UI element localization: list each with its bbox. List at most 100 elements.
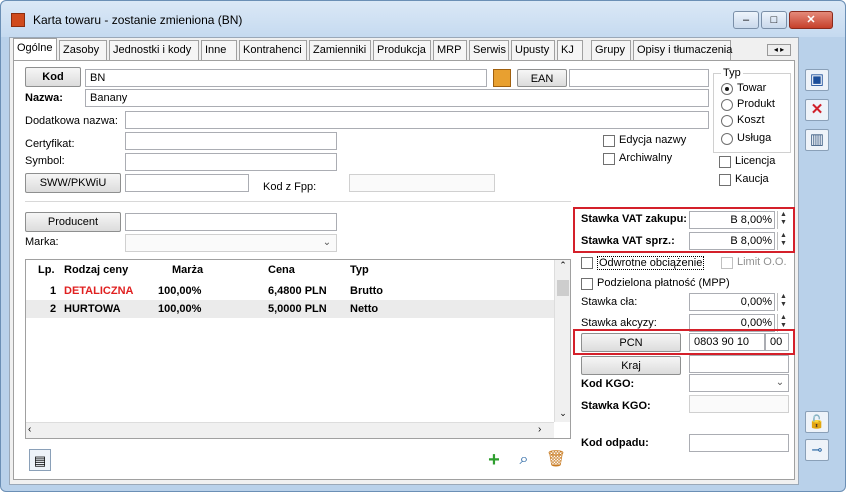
marka-select[interactable] [125, 234, 337, 252]
limit-oo-checkbox[interactable] [721, 257, 733, 269]
chevron-down-icon[interactable]: ⌄ [319, 235, 335, 251]
add-icon[interactable]: + [483, 449, 505, 471]
sww-pkwiu-input[interactable] [125, 174, 249, 192]
app-icon [11, 13, 25, 27]
producent-input[interactable] [125, 213, 337, 231]
search-icon[interactable]: ⌕ [513, 449, 535, 471]
ean-button[interactable]: EAN [517, 69, 567, 87]
close-button[interactable]: ✕ [789, 11, 833, 29]
stawka-kgo-input[interactable] [689, 395, 789, 413]
col-typ-header[interactable]: Typ [350, 260, 369, 280]
kod-odpadu-input[interactable] [689, 434, 789, 452]
tab-opisy[interactable]: Opisy i tłumaczenia [633, 40, 732, 60]
minimize-button[interactable]: – [733, 11, 759, 29]
nazwa-input[interactable]: Banany [85, 89, 709, 107]
archiwalny-label: Archiwalny [619, 152, 673, 164]
tab-zasoby[interactable]: Zasoby [59, 40, 107, 60]
barcode-icon[interactable] [493, 69, 511, 87]
tab-ogolne[interactable]: Ogólne [13, 38, 57, 61]
edycja-nazwy-label: Edycja nazwy [619, 134, 687, 146]
cell-marza: 100,00% [158, 285, 202, 297]
vat-sprz-select[interactable]: B 8,00% [689, 232, 775, 250]
kod-fpp-input[interactable] [349, 174, 495, 192]
scrollbar-thumb[interactable] [557, 280, 569, 296]
tab-upusty[interactable]: Upusty [511, 40, 555, 60]
typ-towar-radio[interactable] [721, 83, 733, 95]
typ-koszt-label: Koszt [737, 114, 765, 126]
stawka-cla-input[interactable]: 0,00% [689, 293, 775, 311]
tab-scroll-arrows-icon[interactable]: ◂ ▸ [767, 44, 791, 56]
pcn-suffix-input[interactable]: 00 [765, 333, 789, 351]
symbol-label: Symbol: [25, 155, 65, 167]
ean-input[interactable] [569, 69, 709, 87]
table-row[interactable]: 2 HURTOWA 100,00% 5,0000 PLN Netto [26, 300, 554, 318]
odwrotne-obciazenie-checkbox[interactable] [581, 257, 593, 269]
vat-zakupu-select[interactable]: B 8,00% [689, 211, 775, 229]
dodatkowa-nazwa-input[interactable] [125, 111, 709, 129]
col-marza-header[interactable]: Marża [172, 260, 203, 280]
col-cena-header[interactable]: Cena [268, 260, 295, 280]
horizontal-scrollbar[interactable]: ‹ › [26, 422, 554, 438]
symbol-input[interactable] [125, 153, 337, 171]
book-icon[interactable]: ▥ [805, 129, 829, 151]
save-icon[interactable]: ▣ [805, 69, 829, 91]
kaucja-label: Kaucja [735, 173, 769, 185]
limit-oo-label: Limit O.O. [737, 256, 787, 268]
pcn-code-input[interactable]: 0803 90 10 [689, 333, 765, 351]
table-row[interactable]: 1 DETALICZNA 100,00% 6,4800 PLN Brutto [26, 282, 554, 300]
vat-zakupu-label: Stawka VAT zakupu: [581, 213, 687, 225]
typ-koszt-radio[interactable] [721, 115, 733, 127]
odwrotne-obciazenie-label: Odwrotne obciążenie [597, 256, 705, 270]
archiwalny-checkbox[interactable] [603, 153, 615, 165]
scroll-left-icon[interactable]: ‹ [28, 424, 40, 438]
trash-icon[interactable]: 🗑 [545, 449, 567, 471]
certyfikat-label: Certyfikat: [25, 138, 75, 150]
pin-icon[interactable]: ⊸ [805, 439, 829, 461]
certyfikat-input[interactable] [125, 132, 337, 150]
chevron-down-icon[interactable]: ⌄ [773, 375, 787, 391]
podzielona-platnosc-checkbox[interactable] [581, 278, 593, 290]
scroll-right-icon[interactable]: › [538, 424, 550, 438]
vertical-scrollbar[interactable]: ⌃ ⌄ [554, 260, 570, 422]
tab-grupy[interactable]: Grupy [591, 40, 631, 60]
product-card-window: Karta towaru - zostanie zmieniona (BN) –… [0, 0, 846, 492]
maximize-button[interactable]: □ [761, 11, 787, 29]
tab-serwis[interactable]: Serwis [469, 40, 509, 60]
scroll-up-icon[interactable]: ⌃ [555, 260, 571, 274]
cancel-icon[interactable]: ✕ [805, 99, 829, 121]
sww-pkwiu-button[interactable]: SWW/PKWiU [25, 173, 121, 193]
cell-typ: Brutto [350, 285, 383, 297]
col-rodzaj-header[interactable]: Rodzaj ceny [64, 260, 128, 280]
vat-zakupu-spin-icon[interactable]: ▲ ▼ [777, 211, 789, 229]
tab-kontrahenci[interactable]: Kontrahenci [239, 40, 307, 60]
tab-produkcja[interactable]: Produkcja [373, 40, 431, 60]
tab-kj[interactable]: KJ [557, 40, 583, 60]
title-bar[interactable]: Karta towaru - zostanie zmieniona (BN) –… [1, 1, 845, 37]
dodatkowa-nazwa-label: Dodatkowa nazwa: [25, 115, 118, 127]
lock-icon[interactable]: 🔓 [805, 411, 829, 433]
tab-jednostki[interactable]: Jednostki i kody [109, 40, 199, 60]
vat-sprz-spin-icon[interactable]: ▲ ▼ [777, 232, 789, 250]
stawka-cla-spin-icon[interactable]: ▲ ▼ [777, 293, 789, 311]
tab-zamienniki[interactable]: Zamienniki [309, 40, 371, 60]
cell-rodzaj: DETALICZNA [64, 285, 134, 297]
report-icon[interactable]: ▤ [29, 449, 51, 471]
tab-inne[interactable]: Inne [201, 40, 237, 60]
kraj-input[interactable] [689, 355, 789, 373]
kaucja-checkbox[interactable] [719, 174, 731, 186]
kod-input[interactable]: BN [85, 69, 487, 87]
scroll-down-icon[interactable]: ⌄ [555, 408, 571, 422]
typ-produkt-radio[interactable] [721, 99, 733, 111]
typ-usluga-label: Usługa [737, 132, 772, 144]
kraj-button[interactable]: Kraj [581, 356, 681, 375]
tab-mrp[interactable]: MRP [433, 40, 467, 60]
typ-usluga-radio[interactable] [721, 133, 733, 145]
licencja-checkbox[interactable] [719, 156, 731, 168]
producent-button[interactable]: Producent [25, 212, 121, 232]
separator [25, 201, 571, 202]
window-title: Karta towaru - zostanie zmieniona (BN) [33, 13, 243, 27]
edycja-nazwy-checkbox[interactable] [603, 135, 615, 147]
kod-button[interactable]: Kod [25, 67, 81, 87]
col-lp-header[interactable]: Lp. [38, 260, 55, 280]
pcn-button[interactable]: PCN [581, 333, 681, 352]
